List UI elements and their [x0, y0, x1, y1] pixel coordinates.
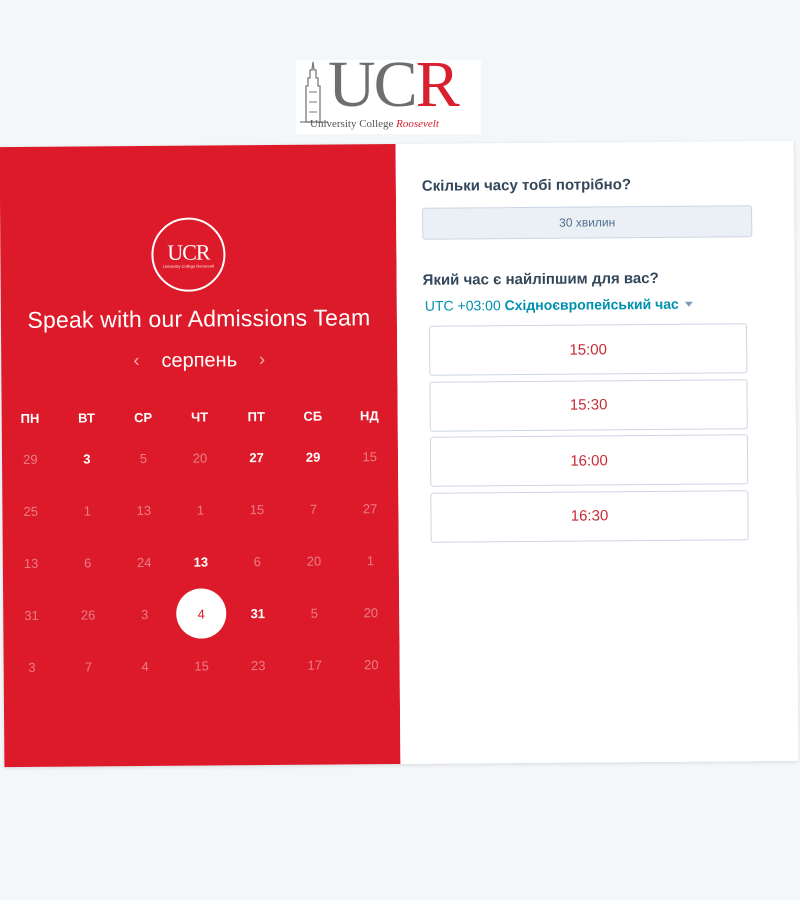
month-label: серпень	[161, 349, 238, 372]
weekday-label: ВТ	[78, 409, 96, 426]
time-slot-button[interactable]: 16:00	[429, 434, 749, 487]
calendar-day: 23	[250, 657, 266, 673]
logo-subtitle: University College Roosevelt	[310, 118, 439, 130]
calendar-day: 3	[28, 659, 36, 675]
calendar-day: 26	[80, 606, 96, 623]
booking-card: UCR University College Roosevelt Speak w…	[0, 140, 799, 768]
logo-wordmark: UCR	[328, 48, 460, 121]
timezone-offset: UTC +03:00	[424, 297, 501, 314]
calendar-day: 4	[141, 658, 149, 674]
calendar-day-available[interactable]: 13	[172, 535, 229, 587]
duration-label: Скільки часу тобі потрібно?	[421, 176, 632, 195]
time-slot-list: 15:00 15:30 16:00 16:30	[396, 141, 794, 543]
calendar-day: 20	[364, 656, 379, 672]
calendar-week: 3 7 4 15 23 17 20	[3, 638, 399, 693]
time-slot-button[interactable]: 16:30	[430, 489, 749, 543]
chevron-right-icon[interactable]: ›	[253, 349, 271, 370]
avatar-logo-subtitle: University College Roosevelt	[162, 262, 215, 269]
duration-button[interactable]: 30 хвилин	[422, 205, 753, 240]
calendar-day: 20	[192, 450, 208, 466]
calendar-day: 1	[83, 502, 91, 518]
chevron-left-icon[interactable]: ‹	[127, 350, 145, 371]
calendar-day: 20	[363, 604, 379, 620]
ucr-logo: UCR University College Roosevelt	[296, 52, 481, 134]
calendar-day-available[interactable]: 27	[228, 431, 285, 483]
calendar-day: 7	[84, 658, 93, 674]
calendar-week: 29 3 5 20 27 29 15	[2, 430, 398, 485]
calendar-day-selected[interactable]: 4	[173, 587, 230, 639]
weekday-label: ПТ	[247, 408, 265, 424]
calendar-day: 25	[23, 503, 39, 519]
calendar-day: 1	[196, 502, 205, 518]
month-navigation: ‹ серпень ›	[1, 348, 397, 374]
calendar-day: 6	[84, 554, 92, 570]
avatar: UCR University College Roosevelt	[151, 217, 226, 292]
weekday-label: СБ	[303, 408, 323, 424]
calendar-day: 20	[306, 553, 322, 569]
calendar-day: 27	[362, 500, 378, 516]
calendar-day: 15	[194, 658, 209, 674]
calendar-day: 13	[136, 502, 152, 518]
calendar-day: 6	[253, 553, 262, 569]
avatar-logo-text: UCR	[167, 238, 210, 265]
calendar-day: 15	[362, 448, 377, 464]
weekday-label: ЧТ	[191, 408, 209, 425]
calendar-day-available[interactable]: 3	[58, 432, 115, 484]
weekday-label: ПН	[20, 410, 40, 426]
calendar-day: 31	[24, 607, 39, 623]
calendar-week: 25 1 13 1 15 7 27	[2, 482, 398, 537]
calendar-day: 17	[307, 657, 323, 673]
weekday-label: НД	[359, 407, 379, 423]
selected-day-label: 4	[176, 588, 227, 639]
weekday-label: СР	[134, 409, 153, 425]
calendar-day: 24	[136, 554, 152, 570]
calendar-grid: ПН ВТ СР ЧТ ПТ СБ НД 29 3 5 20 27 29 15 25 1 13 1 15 7 27 13…	[2, 400, 400, 693]
page-title: Speak with our Admissions Team	[27, 304, 371, 333]
time-panel: Скільки часу тобі потрібно? 30 хвилин Як…	[395, 140, 799, 764]
calendar-day: 3	[140, 606, 149, 622]
calendar-day: 15	[249, 501, 265, 517]
weekday-header: ПН ВТ СР ЧТ ПТ СБ НД	[2, 400, 398, 433]
caret-down-icon	[684, 301, 693, 307]
time-label: Який час є найліпшим для вас?	[422, 269, 659, 289]
time-slot-button[interactable]: 15:00	[428, 323, 748, 376]
calendar-week: 31 26 3 4 31 5 20	[3, 586, 399, 641]
calendar-day: 29	[23, 451, 38, 467]
calendar-day-available[interactable]: 29	[285, 430, 342, 482]
timezone-select[interactable]: UTC +03:00 Східноєвропейський час	[425, 296, 693, 314]
timezone-name: Східноєвропейський час	[504, 295, 679, 314]
calendar-day: 5	[139, 450, 148, 466]
calendar-day: 1	[366, 552, 375, 568]
calendar-day: 5	[310, 605, 319, 621]
time-slot-button[interactable]: 15:30	[429, 378, 748, 432]
calendar-day: 7	[309, 501, 318, 517]
calendar-week: 13 6 24 13 6 20 1	[3, 534, 399, 589]
calendar-day-available[interactable]: 31	[229, 587, 286, 639]
calendar-day: 13	[23, 555, 39, 571]
calendar-panel: UCR University College Roosevelt Speak w…	[0, 144, 401, 768]
